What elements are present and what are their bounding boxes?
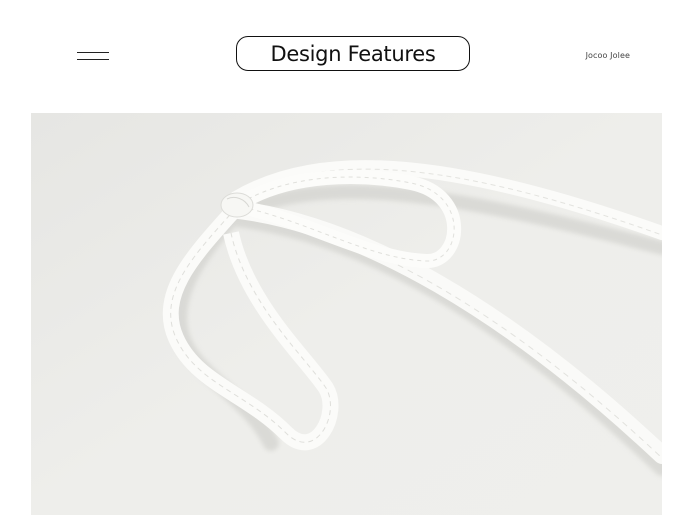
product-detail-page: Design Features Jocoo Jolee xyxy=(0,0,700,529)
hamburger-menu-icon[interactable] xyxy=(77,50,109,62)
menu-line-bottom xyxy=(77,59,109,60)
menu-line-top xyxy=(77,52,109,53)
strap-bow-photo xyxy=(31,113,662,515)
section-title: Design Features xyxy=(270,41,436,66)
section-title-pill: Design Features xyxy=(236,36,470,71)
brand-name: Jocoo Jolee xyxy=(585,51,630,60)
strap-bow-illustration xyxy=(31,113,662,515)
